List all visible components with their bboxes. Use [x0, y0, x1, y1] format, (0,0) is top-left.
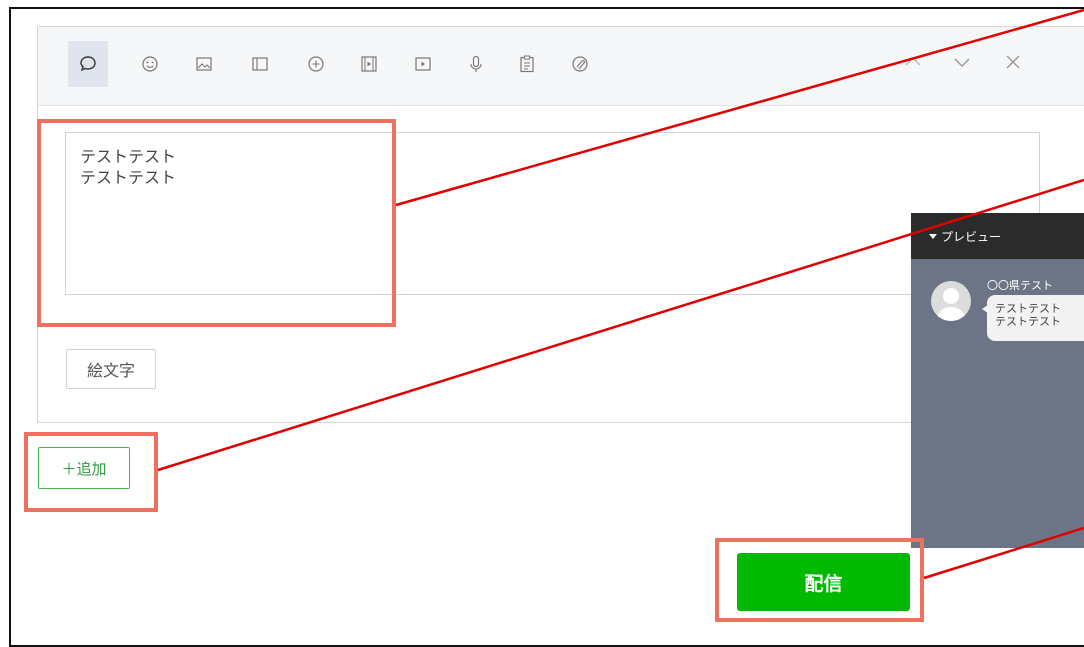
highlight-box-textarea — [37, 119, 396, 327]
caret-down-icon — [929, 233, 937, 239]
highlight-box-add — [24, 432, 158, 512]
preview-message-bubble: テストテスト テストテスト — [982, 295, 1084, 341]
preview-title: プレビュー — [941, 229, 1002, 244]
sticker-icon[interactable] — [130, 41, 170, 87]
close-icon[interactable] — [1002, 51, 1024, 73]
play-icon[interactable] — [403, 41, 443, 87]
chevron-down-icon[interactable] — [951, 51, 973, 73]
preview-panel: プレビュー 〇〇県テスト テストテスト テストテスト — [911, 213, 1084, 548]
avatar — [931, 281, 971, 321]
coupon-icon[interactable] — [296, 41, 336, 87]
card-icon[interactable] — [240, 41, 280, 87]
sender-name: 〇〇県テスト — [987, 279, 1053, 292]
preview-header[interactable]: プレビュー — [911, 213, 1084, 259]
richmessage-icon[interactable] — [560, 41, 600, 87]
message-type-toolbar — [38, 27, 1084, 106]
emoji-button[interactable]: 絵文字 — [66, 349, 156, 389]
chevron-up-icon[interactable] — [902, 51, 924, 73]
survey-icon[interactable] — [507, 41, 547, 87]
video-icon[interactable] — [349, 41, 389, 87]
image-icon[interactable] — [184, 41, 224, 87]
voice-icon[interactable] — [456, 41, 496, 87]
highlight-box-send — [715, 538, 924, 622]
text-bubble-icon[interactable] — [68, 41, 108, 87]
